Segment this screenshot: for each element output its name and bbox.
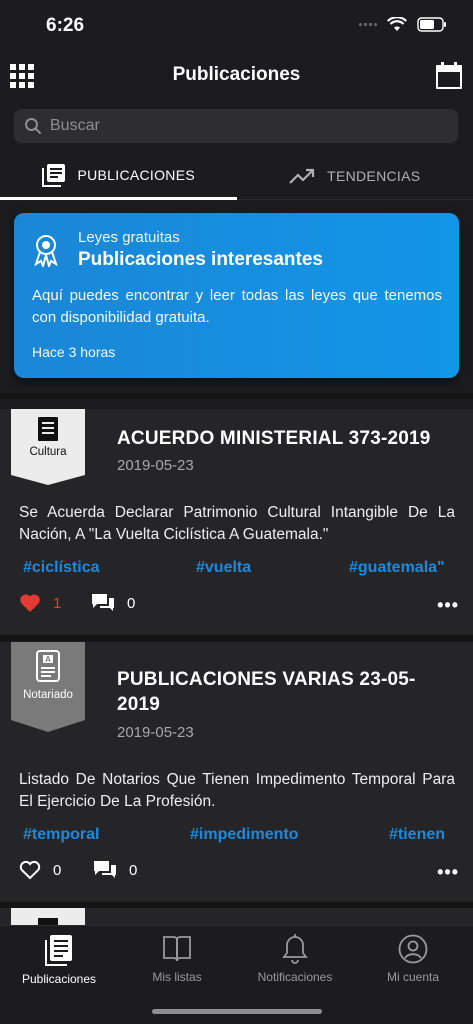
wifi-icon bbox=[387, 17, 407, 31]
publication-date: 2019-05-23 bbox=[117, 724, 194, 741]
status-time: 6:26 bbox=[46, 15, 85, 36]
comment-button[interactable]: 0 bbox=[93, 860, 137, 880]
tab-tendencias[interactable]: TENDENCIAS bbox=[236, 152, 473, 200]
comment-count: 0 bbox=[127, 594, 136, 612]
publications-icon bbox=[41, 163, 65, 187]
tabbar-label: Mis listas bbox=[152, 970, 202, 984]
more-options-button[interactable]: ••• bbox=[437, 862, 459, 883]
publication-description: Se Acuerda Declarar Patrimonio Cultural … bbox=[19, 504, 455, 543]
divider bbox=[0, 393, 473, 399]
like-button[interactable]: 0 bbox=[19, 860, 61, 880]
promo-subtitle: Leyes gratuitas bbox=[78, 229, 180, 246]
publication-title: ACUERDO MINISTERIAL 373-2019 bbox=[117, 428, 431, 449]
tabbar-label: Publicaciones bbox=[21, 972, 97, 986]
tabbar-mis-listas[interactable]: Mis listas bbox=[118, 934, 236, 984]
tabbar-publicaciones[interactable]: Publicaciones bbox=[0, 934, 118, 986]
heart-icon bbox=[20, 594, 40, 612]
tag-link[interactable]: #guatemala" bbox=[349, 559, 445, 577]
tabbar-label: Mi cuenta bbox=[386, 970, 440, 984]
publication-title: PUBLICACIONES VARIAS 23-05-2019 bbox=[117, 669, 416, 715]
divider bbox=[0, 635, 473, 641]
promo-title: Publicaciones interesantes bbox=[78, 249, 323, 270]
bell-icon bbox=[282, 934, 308, 964]
home-indicator bbox=[152, 1009, 322, 1014]
publications-icon bbox=[45, 935, 72, 966]
publication-date: 2019-05-23 bbox=[117, 457, 194, 474]
segment-tabs: PUBLICACIONES TENDENCIAS bbox=[0, 152, 473, 200]
promo-text: Aquí puedes encontrar y leer todas las l… bbox=[32, 287, 442, 326]
trending-icon bbox=[289, 168, 315, 184]
signal-icon bbox=[359, 23, 377, 26]
tag-link[interactable]: #tienen bbox=[389, 826, 445, 844]
category-label: Notariado bbox=[23, 689, 73, 701]
calendar-icon[interactable] bbox=[435, 62, 463, 95]
card-actions: 1 0 ••• bbox=[19, 593, 459, 617]
user-icon bbox=[398, 934, 428, 964]
tag-link[interactable]: #temporal bbox=[23, 826, 99, 844]
status-bar: 6:26 bbox=[0, 0, 473, 50]
category-badge: A Notariado bbox=[11, 642, 85, 732]
tag-link[interactable]: #impedimento bbox=[190, 826, 298, 844]
document-icon bbox=[38, 417, 58, 441]
status-icons bbox=[359, 17, 447, 32]
publication-card[interactable]: Cultura ACUERDO MINISTERIAL 373-2019 201… bbox=[0, 409, 473, 635]
book-icon bbox=[163, 936, 191, 962]
comment-button[interactable]: 0 bbox=[91, 593, 135, 613]
nav-bar: Publicaciones bbox=[0, 50, 473, 100]
search-bar[interactable] bbox=[14, 109, 458, 143]
notary-document-icon: A bbox=[36, 650, 60, 682]
tag-link[interactable]: #ciclística bbox=[23, 559, 100, 577]
tab-label: TENDENCIAS bbox=[327, 167, 421, 184]
award-ribbon-icon bbox=[32, 233, 60, 272]
comments-icon bbox=[94, 861, 116, 878]
publication-card[interactable]: A Notariado PUBLICACIONES VARIAS 23-05-2… bbox=[0, 642, 473, 902]
comment-count: 0 bbox=[129, 861, 138, 879]
more-options-button[interactable]: ••• bbox=[437, 595, 459, 616]
like-count: 0 bbox=[53, 861, 62, 879]
card-actions: 0 0 ••• bbox=[19, 860, 459, 884]
page-title: Publicaciones bbox=[172, 64, 301, 85]
search-icon bbox=[25, 118, 41, 134]
promo-time: Hace 3 horas bbox=[32, 344, 116, 360]
tabbar-label: Notificaciones bbox=[257, 970, 333, 984]
search-input[interactable] bbox=[50, 117, 430, 135]
category-badge: Cultura bbox=[11, 409, 85, 485]
tabbar-mi-cuenta[interactable]: Mi cuenta bbox=[354, 934, 472, 984]
tag-link[interactable]: #vuelta bbox=[196, 559, 251, 577]
like-count: 1 bbox=[53, 594, 62, 612]
promo-card[interactable]: Leyes gratuitas Publicaciones interesant… bbox=[14, 213, 459, 378]
comments-icon bbox=[92, 594, 114, 611]
heart-outline-icon bbox=[19, 860, 41, 880]
tab-label: PUBLICACIONES bbox=[77, 166, 195, 183]
battery-icon bbox=[417, 17, 446, 32]
tabbar-notificaciones[interactable]: Notificaciones bbox=[236, 934, 354, 984]
category-label: Cultura bbox=[29, 446, 67, 458]
svg-text:A: A bbox=[45, 655, 51, 664]
tab-publicaciones[interactable]: PUBLICACIONES bbox=[0, 152, 237, 200]
like-button[interactable]: 1 bbox=[19, 593, 61, 613]
publication-description: Listado De Notarios Que Tienen Impedimen… bbox=[19, 771, 455, 810]
